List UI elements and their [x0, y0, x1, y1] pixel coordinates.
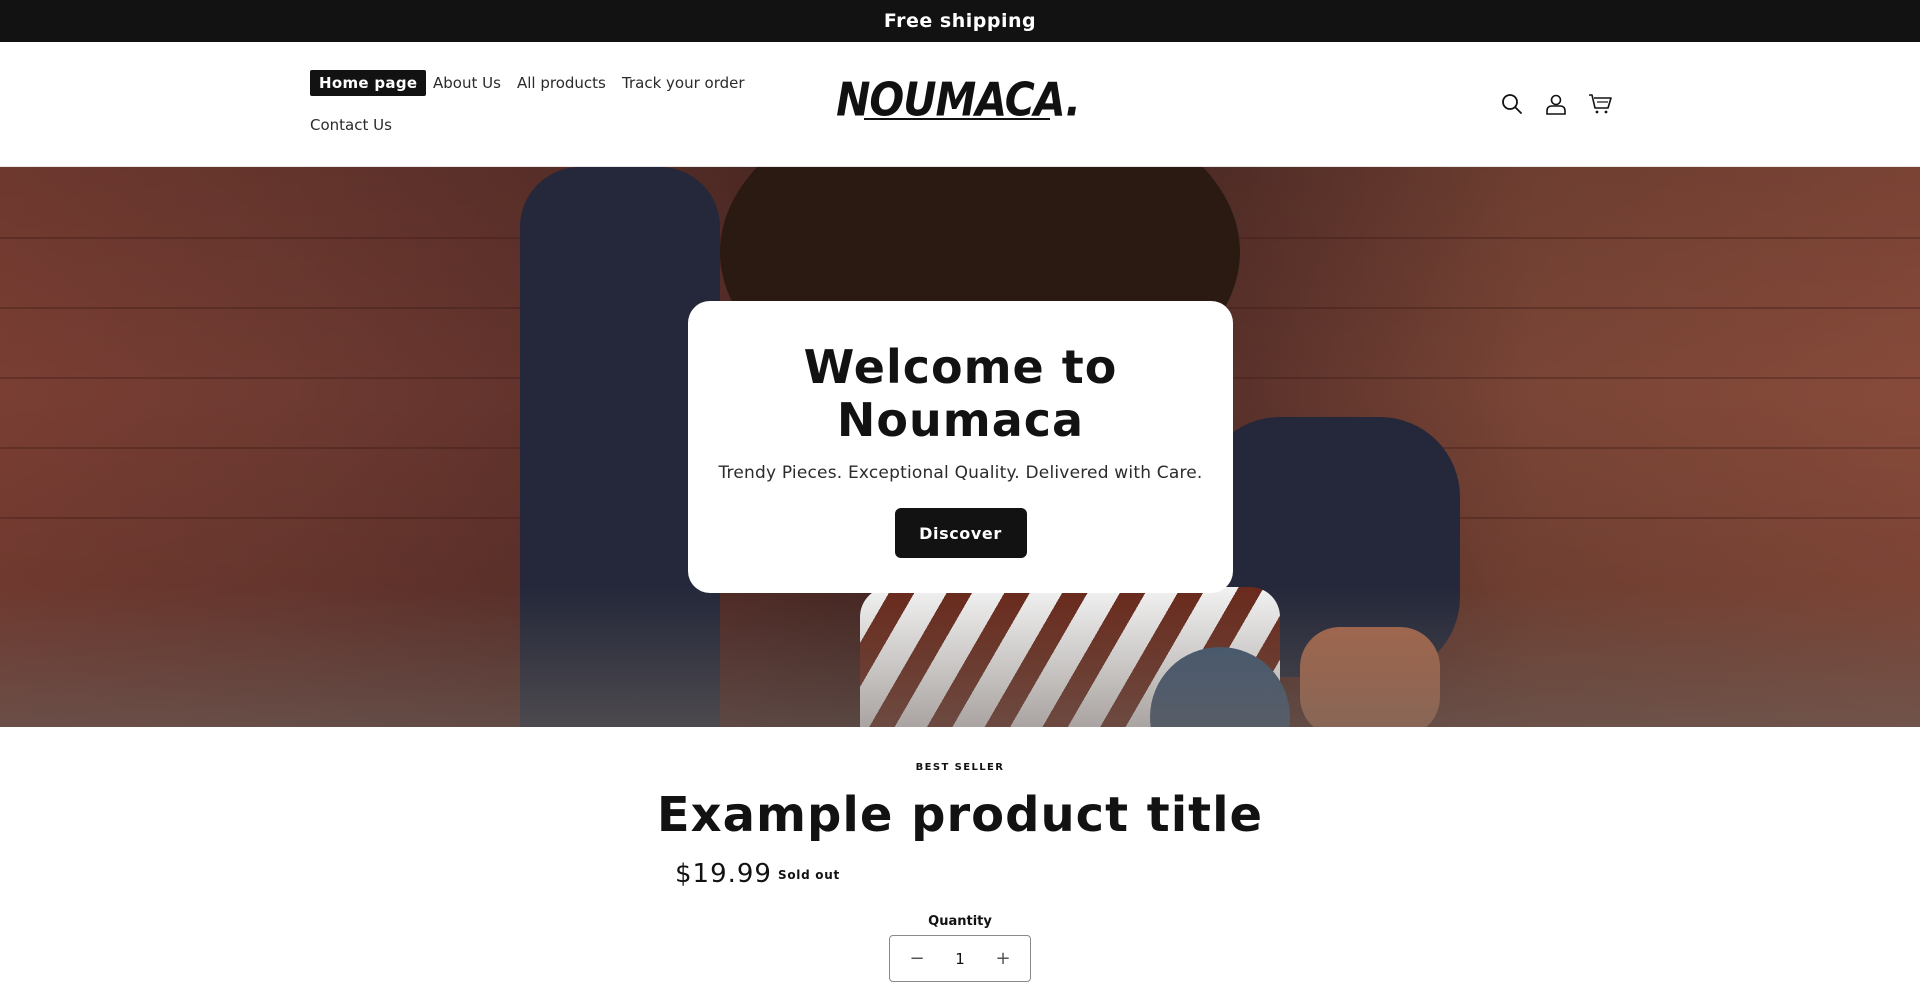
sold-out-badge: Sold out	[778, 868, 840, 882]
nav-home-page[interactable]: Home page	[310, 70, 427, 96]
cart-icon[interactable]	[1586, 90, 1614, 118]
logo-underline	[864, 118, 1050, 120]
hero-title: Welcome to Noumaca	[803, 340, 1118, 447]
announcement-bar: Free shipping	[0, 0, 1920, 42]
quantity-increase-button[interactable]: +	[990, 948, 1016, 969]
hero-ground	[0, 587, 1920, 727]
nav-contact-us[interactable]: Contact Us	[310, 116, 392, 134]
site-logo[interactable]: NOUMACA.	[836, 69, 1081, 132]
quantity-input[interactable]: 1	[940, 950, 980, 968]
search-icon[interactable]	[1498, 90, 1526, 118]
product-title: Example product title	[656, 787, 1264, 843]
featured-product: BEST SELLER Example product title $19.99…	[0, 727, 1920, 993]
announcement-text: Free shipping	[883, 10, 1037, 32]
nav-all-products[interactable]: All products	[517, 74, 606, 92]
product-price: $19.99	[675, 859, 772, 889]
hero-subtitle: Trendy Pieces. Exceptional Quality. Deli…	[718, 463, 1203, 483]
quantity-decrease-button[interactable]: −	[904, 948, 930, 969]
nav-track-order[interactable]: Track your order	[622, 74, 745, 92]
quantity-stepper: − 1 +	[889, 935, 1031, 982]
nav-about-us[interactable]: About Us	[433, 74, 501, 92]
hero-card: Welcome to Noumaca Trendy Pieces. Except…	[688, 301, 1233, 593]
quantity-label: Quantity	[928, 914, 992, 929]
account-icon[interactable]	[1542, 90, 1570, 118]
site-header: Home page About Us All products Track yo…	[0, 42, 1920, 167]
discover-button[interactable]: Discover	[894, 508, 1027, 558]
product-eyebrow: BEST SELLER	[915, 762, 1005, 773]
